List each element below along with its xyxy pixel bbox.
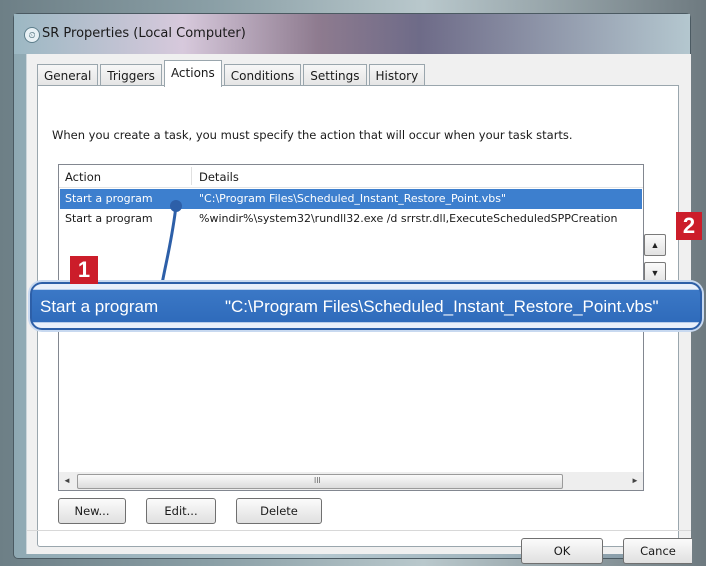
tab-strip: General Triggers Actions Conditions Sett…: [37, 60, 426, 87]
horizontal-scrollbar[interactable]: ◄ III ►: [58, 472, 644, 491]
tab-conditions[interactable]: Conditions: [223, 64, 302, 87]
scroll-left-icon[interactable]: ◄: [59, 472, 75, 490]
column-header-action[interactable]: Action: [65, 170, 101, 184]
callout-action-text: Start a program: [40, 297, 159, 316]
scroll-right-icon[interactable]: ►: [627, 472, 643, 490]
actions-intro-text: When you create a task, you must specify…: [52, 128, 573, 142]
tab-actions[interactable]: Actions: [163, 60, 222, 87]
footer-divider: [27, 530, 691, 531]
table-row-selected[interactable]: Start a program "C:\Program Files\Schedu…: [60, 189, 642, 209]
cancel-button[interactable]: Cance: [623, 538, 692, 564]
table-row[interactable]: Start a program %windir%\system32\rundll…: [60, 209, 642, 229]
new-button[interactable]: New...: [58, 498, 126, 524]
row-action: Start a program: [65, 212, 153, 225]
tab-history[interactable]: History: [368, 64, 426, 87]
column-separator[interactable]: [191, 167, 192, 185]
window-title: SR Properties (Local Computer): [42, 26, 246, 41]
scroll-grip-icon: III: [314, 476, 321, 485]
row-details: "C:\Program Files\Scheduled_Instant_Rest…: [199, 192, 507, 205]
title-bar: ⏲ SR Properties (Local Computer): [14, 14, 690, 54]
tab-general[interactable]: General: [37, 64, 99, 87]
edit-button[interactable]: Edit...: [146, 498, 216, 524]
scroll-thumb[interactable]: III: [77, 474, 563, 489]
row-details: %windir%\system32\rundll32.exe /d srrstr…: [199, 212, 618, 225]
row-action: Start a program: [65, 192, 153, 205]
delete-button[interactable]: Delete: [236, 498, 322, 524]
task-scheduler-icon: ⏲: [24, 27, 40, 43]
marker-two: 2: [676, 212, 702, 240]
ok-button[interactable]: OK: [521, 538, 603, 564]
callout-details-text: "C:\Program Files\Scheduled_Instant_Rest…: [225, 297, 659, 316]
move-down-button[interactable]: ▼: [644, 262, 666, 284]
tab-settings[interactable]: Settings: [303, 64, 367, 87]
move-up-button[interactable]: ▲: [644, 234, 666, 256]
zoomed-row-callout: Start a program "C:\Program Files\Schedu…: [30, 282, 702, 330]
list-header: Action Details: [59, 165, 643, 188]
marker-one: 1: [70, 256, 98, 284]
tab-triggers[interactable]: Triggers: [100, 64, 162, 87]
column-header-details[interactable]: Details: [199, 170, 239, 184]
